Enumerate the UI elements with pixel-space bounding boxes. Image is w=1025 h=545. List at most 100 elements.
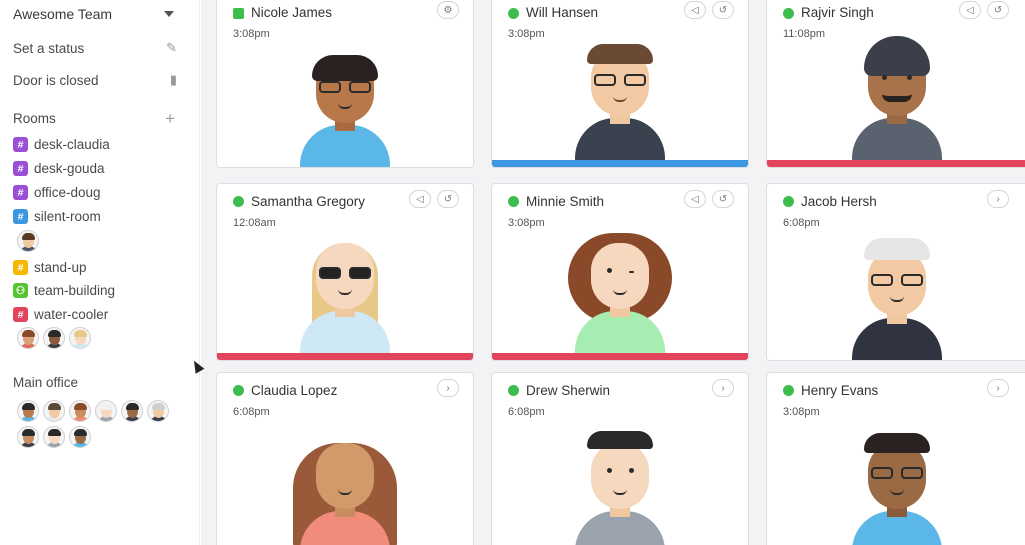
user-name: Minnie Smith [526,194,605,209]
avatar-illustration [565,20,675,160]
megaphone-icon[interactable]: ◁ [684,1,706,19]
user-card-will-hansen[interactable]: Will Hansen 3:08pm ◁ ↺ [491,0,749,168]
set-status-label: Set a status [13,40,85,56]
history-icon[interactable]: ↺ [437,190,459,208]
user-name: Samantha Gregory [251,194,366,209]
chevron-down-icon [164,11,174,17]
avatar[interactable] [121,400,143,422]
status-indicator [508,385,519,396]
user-local-time: 3:08pm [233,28,270,40]
user-card-samantha-gregory[interactable]: Samantha Gregory 12:08am ◁ ↺ [216,183,474,361]
user-local-time: 6:08pm [783,217,820,229]
user-card-jacob-hersh[interactable]: Jacob Hersh 6:08pm › [766,183,1025,361]
avatar-illustration [565,413,675,545]
chevron-right-icon[interactable]: › [987,379,1009,397]
gamepad-icon: ⚇ [13,283,28,298]
user-card-nicole-james[interactable]: Nicole James 3:08pm ⚙ [216,0,474,168]
hash-icon: # [13,260,28,275]
user-name: Nicole James [251,5,333,20]
room-label: office-doug [34,185,101,200]
door-status-label: Door is closed [13,72,99,88]
user-card-henry-evans[interactable]: Henry Evans 3:08pm › [766,372,1025,545]
user-local-time: 6:08pm [508,406,545,418]
status-indicator [508,196,519,207]
avatar-illustration [290,213,400,353]
status-indicator [233,8,244,19]
user-local-time: 12:08am [233,217,276,229]
avatar[interactable] [17,230,39,252]
rooms-title: Rooms [13,111,56,126]
avatar[interactable] [147,400,169,422]
user-name: Claudia Lopez [251,383,338,398]
main-office-members [17,400,187,448]
avatar[interactable] [17,426,39,448]
user-local-time: 3:08pm [508,217,545,229]
avatar[interactable] [69,400,91,422]
room-label: stand-up [34,260,87,275]
user-local-time: 6:08pm [233,406,270,418]
megaphone-icon[interactable]: ◁ [959,1,981,19]
room-label: silent-room [34,209,101,224]
avatar[interactable] [43,426,65,448]
room-desk-claudia[interactable]: # desk-claudia [13,137,110,152]
hash-icon: # [13,161,28,176]
avatar[interactable] [69,327,91,349]
chevron-right-icon[interactable]: › [712,379,734,397]
user-card-claudia-lopez[interactable]: Claudia Lopez 6:08pm › [216,372,474,545]
history-icon[interactable]: ↺ [987,1,1009,19]
user-local-time: 3:08pm [508,28,545,40]
room-label: water-cooler [34,307,109,322]
status-indicator [233,196,244,207]
avatar[interactable] [43,327,65,349]
avatar[interactable] [43,400,65,422]
avatar[interactable] [17,400,39,422]
gear-icon[interactable]: ⚙ [437,1,459,19]
status-indicator [783,385,794,396]
room-label: desk-claudia [34,137,110,152]
hash-icon: # [13,137,28,152]
room-color-bar [492,160,748,167]
user-name: Rajvir Singh [801,5,874,20]
room-water-cooler[interactable]: # water-cooler [13,307,108,322]
avatar[interactable] [17,327,39,349]
megaphone-icon[interactable]: ◁ [409,190,431,208]
room-stand-up[interactable]: # stand-up [13,260,87,275]
room-label: desk-gouda [34,161,105,176]
room-team-building[interactable]: ⚇ team-building [13,283,115,298]
silent-room-members [17,230,187,252]
user-local-time: 11:08pm [783,28,825,40]
add-room-icon[interactable]: + [165,110,175,127]
water-cooler-members [17,327,187,349]
door-status-button[interactable]: Door is closed ▮ [13,72,177,88]
room-silent-room[interactable]: # silent-room [13,209,101,224]
user-grid: Nicole James 3:08pm ⚙ Will Hansen 3:08pm… [201,0,1025,545]
chevron-right-icon[interactable]: › [987,190,1009,208]
status-indicator [233,385,244,396]
team-switcher[interactable]: Awesome Team [13,6,177,22]
avatar[interactable] [95,400,117,422]
user-name: Drew Sherwin [526,383,611,398]
avatar-illustration [290,27,400,167]
user-card-drew-sherwin[interactable]: Drew Sherwin 6:08pm › [491,372,749,545]
hash-icon: # [13,307,28,322]
room-color-bar [217,353,473,360]
room-desk-gouda[interactable]: # desk-gouda [13,161,105,176]
user-name: Will Hansen [526,5,599,20]
chevron-right-icon[interactable]: › [437,379,459,397]
user-local-time: 3:08pm [783,406,820,418]
team-name: Awesome Team [13,6,113,22]
megaphone-icon[interactable]: ◁ [684,190,706,208]
sidebar: Awesome Team Set a status ✎ Door is clos… [0,0,200,545]
room-color-bar [767,160,1025,167]
user-name: Jacob Hersh [801,194,877,209]
user-card-minnie-smith[interactable]: Minnie Smith 3:08pm ◁ ↺ [491,183,749,361]
hash-icon: # [13,185,28,200]
room-office-doug[interactable]: # office-doug [13,185,101,200]
history-icon[interactable]: ↺ [712,190,734,208]
avatar[interactable] [69,426,91,448]
user-card-rajvir-singh[interactable]: Rajvir Singh 11:08pm ◁ ↺ [766,0,1025,168]
set-status-button[interactable]: Set a status ✎ [13,40,177,56]
room-label: team-building [34,283,116,298]
history-icon[interactable]: ↺ [712,1,734,19]
door-icon: ▮ [169,72,177,87]
